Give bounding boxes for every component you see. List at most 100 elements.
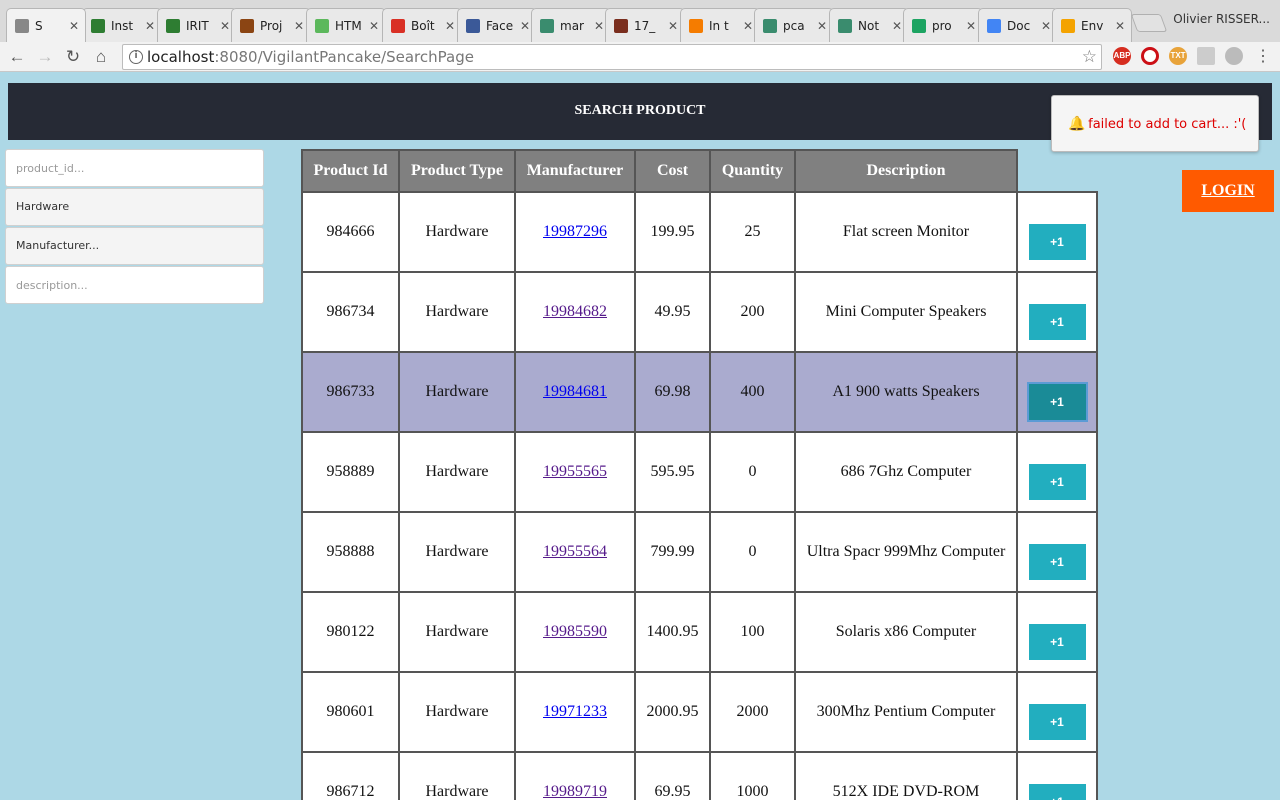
error-toast: 🔔 failed to add to cart... :'( (1051, 95, 1259, 152)
browser-tab[interactable]: Not ✕ (829, 8, 909, 42)
cell-manufacturer: 19989719 (514, 751, 636, 800)
product-id-input[interactable] (5, 149, 264, 187)
cell-type: Hardware (398, 431, 516, 513)
close-tab-icon[interactable]: ✕ (443, 19, 457, 33)
browser-tab[interactable]: Face ✕ (457, 8, 537, 42)
adblock-icon[interactable]: ABP (1113, 47, 1131, 65)
close-tab-icon[interactable]: ✕ (592, 19, 606, 33)
close-tab-icon[interactable]: ✕ (741, 19, 755, 33)
table-row: 986712 Hardware 19989719 69.95 1000 512X IDE … (301, 751, 1098, 800)
add-to-cart-button[interactable]: +1 (1028, 384, 1086, 420)
info-icon[interactable]: i (129, 50, 143, 64)
browser-tab[interactable]: mar ✕ (531, 8, 611, 42)
close-tab-icon[interactable]: ✕ (518, 19, 532, 33)
browser-tab[interactable]: 17_ ✕ (605, 8, 685, 42)
cell-type: Hardware (398, 191, 516, 273)
manufacturer-link[interactable]: 19984681 (543, 383, 607, 400)
new-tab-button[interactable] (1130, 14, 1168, 32)
add-to-cart-button[interactable]: +1 (1028, 224, 1086, 260)
cell-cost: 69.95 (634, 751, 711, 800)
toast-message: failed to add to cart... :'( (1088, 117, 1247, 132)
cell-description: 686 7Ghz Computer (794, 431, 1018, 513)
gnu-icon (240, 18, 254, 33)
browser-tab[interactable]: Env ✕ (1052, 8, 1132, 42)
extension-icon[interactable]: TXT (1169, 47, 1187, 65)
browser-tab[interactable]: IRIT ✕ (157, 8, 237, 42)
product-type-select[interactable]: Hardware (5, 188, 264, 226)
table-row: 984666 Hardware 19987296 199.95 25 Flat scree… (301, 191, 1098, 273)
table-row: 958889 Hardware 19955565 595.95 0 686 7Ghz Co… (301, 431, 1098, 513)
cell-action: +1 (1016, 271, 1098, 353)
login-button[interactable]: LOGIN (1182, 170, 1274, 212)
browser-tab[interactable]: pro ✕ (903, 8, 983, 42)
cell-description: Solaris x86 Computer (794, 591, 1018, 673)
close-tab-icon[interactable]: ✕ (666, 19, 680, 33)
close-tab-icon[interactable]: ✕ (815, 19, 829, 33)
cell-id: 984666 (301, 191, 400, 273)
add-to-cart-button[interactable]: +1 (1028, 624, 1086, 660)
bookmark-star-icon[interactable]: ☆ (1082, 45, 1097, 69)
browser-tab[interactable]: Boît ✕ (382, 8, 462, 42)
cell-cost: 1400.95 (634, 591, 711, 673)
add-to-cart-button[interactable]: +1 (1028, 464, 1086, 500)
close-tab-icon[interactable]: ✕ (143, 19, 157, 33)
close-tab-icon[interactable]: ✕ (964, 19, 978, 33)
reload-icon[interactable]: ↻ (62, 46, 84, 68)
description-input[interactable] (5, 266, 264, 304)
cell-id: 958889 (301, 431, 400, 513)
note-icon[interactable] (1197, 47, 1215, 65)
address-bar[interactable]: i localhost:8080/VigilantPancake/SearchP… (122, 44, 1102, 70)
browser-tab[interactable]: HTM ✕ (306, 8, 386, 42)
browser-tab[interactable]: In t ✕ (680, 8, 760, 42)
cell-action: +1 (1016, 511, 1098, 593)
add-to-cart-button[interactable]: +1 (1028, 304, 1086, 340)
table-row: 986733 Hardware 19984681 69.98 400 A1 900 wat… (301, 351, 1098, 433)
close-tab-icon[interactable]: ✕ (67, 19, 81, 33)
table-row: 958888 Hardware 19955564 799.99 0 Ultra Spacr… (301, 511, 1098, 593)
cell-type: Hardware (398, 751, 516, 800)
close-tab-icon[interactable]: ✕ (890, 19, 904, 33)
forward-arrow-icon[interactable]: → (34, 46, 56, 68)
manufacturer-link[interactable]: 19955565 (543, 463, 607, 480)
cell-cost: 595.95 (634, 431, 711, 513)
browser-tab[interactable]: Proj ✕ (231, 8, 311, 42)
close-tab-icon[interactable]: ✕ (292, 19, 306, 33)
manufacturer-link[interactable]: 19984682 (543, 303, 607, 320)
close-tab-icon[interactable]: ✕ (218, 19, 232, 33)
cell-action: +1 (1016, 751, 1098, 800)
home-icon[interactable]: ⌂ (90, 46, 112, 68)
manufacturer-link[interactable]: 19971233 (543, 703, 607, 720)
page-icon (15, 18, 29, 33)
cell-manufacturer: 19984681 (514, 351, 636, 433)
manufacturer-link[interactable]: 19989719 (543, 783, 607, 800)
browser-tab-label: mar (560, 18, 584, 33)
add-to-cart-button[interactable]: +1 (1028, 544, 1086, 580)
manufacturer-select[interactable]: Manufacturer... (5, 227, 264, 265)
close-tab-icon[interactable]: ✕ (367, 19, 381, 33)
browser-tab[interactable]: Doc ✕ (978, 8, 1058, 42)
browser-tab-label: 17_ (634, 18, 656, 33)
cell-action: +1 (1016, 191, 1098, 273)
browser-tab[interactable]: Inst ✕ (82, 8, 162, 42)
back-arrow-icon[interactable]: ← (6, 46, 28, 68)
pencil-icon (1061, 18, 1075, 33)
cell-description: A1 900 watts Speakers (794, 351, 1018, 433)
browser-tab-label: Face (486, 18, 514, 33)
cell-manufacturer: 19955565 (514, 431, 636, 513)
sheet-icon (838, 18, 852, 33)
column-header-actions (1017, 150, 1097, 193)
menu-icon[interactable]: ⋮ (1252, 46, 1274, 68)
browser-tab[interactable]: pca ✕ (754, 8, 834, 42)
manufacturer-link[interactable]: 19955564 (543, 543, 607, 560)
opera-icon[interactable] (1141, 47, 1159, 65)
cloud-icon[interactable] (1225, 47, 1243, 65)
close-tab-icon[interactable]: ✕ (1039, 19, 1053, 33)
manufacturer-link[interactable]: 19985590 (543, 623, 607, 640)
manufacturer-link[interactable]: 19987296 (543, 223, 607, 240)
browser-tab[interactable]: S ✕ (6, 8, 86, 42)
cell-action: +1 (1016, 591, 1098, 673)
add-to-cart-button[interactable]: +1 (1028, 704, 1086, 740)
profile-name[interactable]: Olivier RISSER... (1173, 12, 1270, 26)
add-to-cart-button[interactable]: +1 (1028, 784, 1086, 800)
close-tab-icon[interactable]: ✕ (1113, 19, 1127, 33)
